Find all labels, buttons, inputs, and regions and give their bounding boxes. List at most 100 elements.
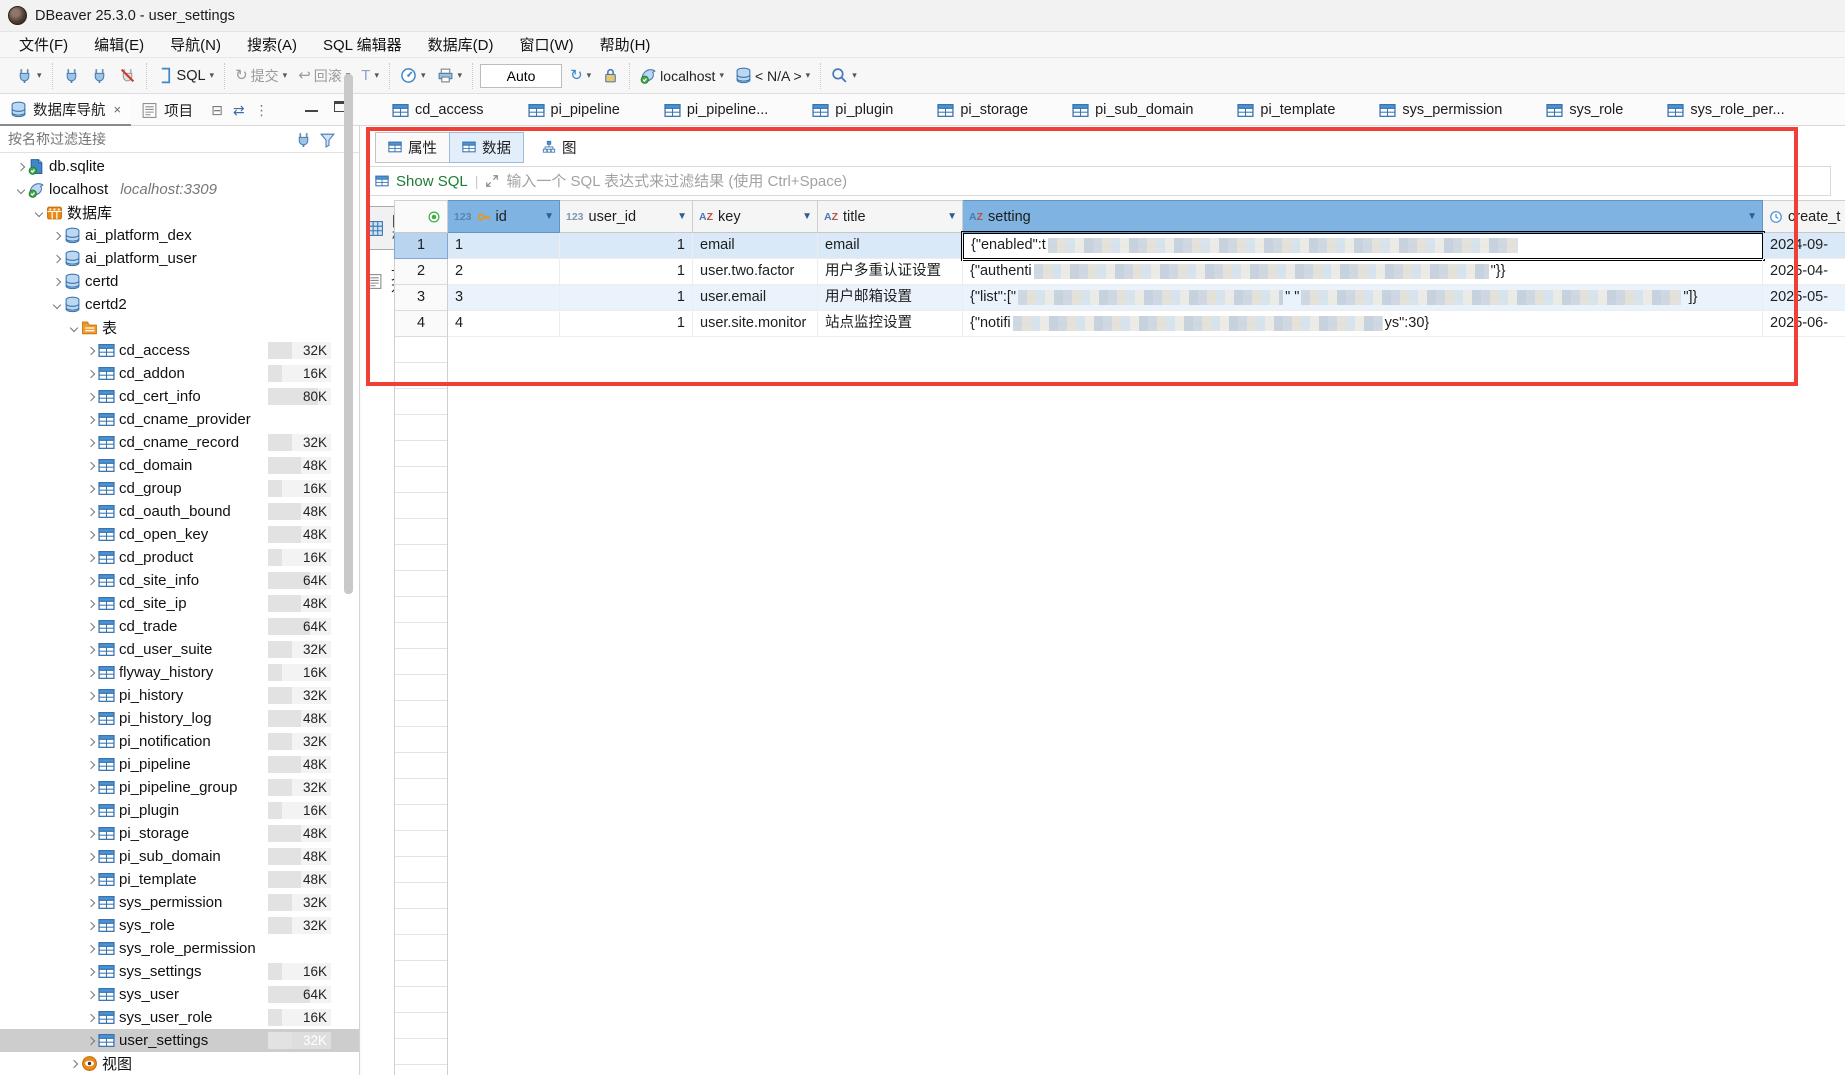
tree-item-table[interactable]: cd_site_ip48K [0,592,359,615]
sidebar-scrollbar[interactable] [344,74,353,594]
chevron-right-icon[interactable] [87,990,95,998]
cell-setting[interactable]: {"authenti"}} [963,259,1763,285]
cell-key[interactable]: email [693,233,818,259]
cell-title[interactable]: 用户多重认证设置 [818,259,963,285]
tree-item-table[interactable]: cd_addon16K [0,362,359,385]
transaction-filter-button[interactable]: T▾ [358,66,382,85]
tree-item-table[interactable]: pi_history32K [0,684,359,707]
tree-item-localhost[interactable]: localhostlocalhost:3309 [0,178,359,201]
cell-id[interactable]: 1 [448,233,560,259]
chevron-right-icon[interactable] [87,392,95,400]
sort-dropdown-icon[interactable]: ▼ [947,211,957,222]
chevron-right-icon[interactable] [17,162,25,170]
tree-item-table[interactable]: pi_sub_domain48K [0,845,359,868]
commit-mode-input[interactable] [480,64,562,88]
cell-key[interactable]: user.two.factor [693,259,818,285]
editor-tab-cd-access[interactable]: cd_access [372,94,504,126]
column-header-create-time[interactable]: create_t [1763,200,1845,233]
tree-item-table[interactable]: pi_template48K [0,868,359,891]
column-header-user-id[interactable]: 123 user_id ▼ [560,200,693,233]
chevron-right-icon[interactable] [87,461,95,469]
cell-key[interactable]: user.email [693,285,818,311]
sort-dropdown-icon[interactable]: ▼ [802,211,812,222]
connect-button[interactable] [60,65,83,86]
tree-item-table[interactable]: cd_domain48K [0,454,359,477]
chevron-right-icon[interactable] [87,691,95,699]
editor-tab-pi-template[interactable]: pi_template [1217,94,1355,126]
tab-diagram[interactable]: 图 [530,133,589,162]
cell-user-id[interactable]: 1 [560,233,693,259]
tree-item-table[interactable]: cd_product16K [0,546,359,569]
lock-button[interactable] [599,65,622,86]
chevron-right-icon[interactable] [87,645,95,653]
active-database-selector[interactable]: < N/A >▾ [732,65,813,86]
chevron-down-icon[interactable] [53,300,61,308]
sql-filter-input[interactable] [506,173,1822,190]
row-number[interactable]: 3 [394,285,448,311]
tree-item-tables-folder[interactable]: 表 [0,316,359,339]
column-header-setting[interactable]: AZ setting ▼ [963,200,1763,233]
tree-item-table[interactable]: pi_notification32K [0,730,359,753]
chevron-right-icon[interactable] [87,760,95,768]
chevron-right-icon[interactable] [87,507,95,515]
plug-icon[interactable] [295,131,312,148]
tree-item-user-settings-selected[interactable]: user_settings32K [0,1029,359,1052]
tree-item-table[interactable]: cd_open_key48K [0,523,359,546]
commit-button[interactable]: ↻提交▾ [232,64,290,88]
menu-file[interactable]: 文件(F) [6,34,81,55]
tree-item-table[interactable]: cd_cert_info80K [0,385,359,408]
chevron-right-icon[interactable] [87,668,95,676]
cell-create-time[interactable]: 2024-09- [1763,233,1845,259]
tree-item-table[interactable]: sys_settings16K [0,960,359,983]
show-sql-button[interactable]: Show SQL [396,173,468,190]
print-button[interactable]: ▾ [434,65,466,86]
chevron-right-icon[interactable] [53,231,61,239]
chevron-right-icon[interactable] [87,806,95,814]
chevron-right-icon[interactable] [87,346,95,354]
menu-edit[interactable]: 编辑(E) [81,34,157,55]
tree-item-table[interactable]: sys_user_role16K [0,1006,359,1029]
row-number[interactable]: 4 [394,311,448,337]
chevron-right-icon[interactable] [87,714,95,722]
cell-user-id[interactable]: 1 [560,311,693,337]
sql-editor-button[interactable]: SQL▾ [154,65,218,86]
editor-tab-sys-permission[interactable]: sys_permission [1359,94,1522,126]
tree-item-table[interactable]: cd_trade64K [0,615,359,638]
chevron-right-icon[interactable] [87,967,95,975]
tree-item-table[interactable]: pi_history_log48K [0,707,359,730]
tree-item-table[interactable]: pi_pipeline_group32K [0,776,359,799]
sort-dropdown-icon[interactable]: ▼ [677,211,687,222]
search-button[interactable]: ▾ [828,65,860,86]
chevron-right-icon[interactable] [87,737,95,745]
chevron-right-icon[interactable] [87,829,95,837]
cell-setting-active[interactable]: {"enabled":t [963,233,1763,259]
tree-item-table[interactable]: sys_role32K [0,914,359,937]
tree-item-table[interactable]: sys_user64K [0,983,359,1006]
tab-data[interactable]: 数据 [449,132,524,163]
close-icon[interactable]: × [114,102,122,117]
sort-dropdown-icon[interactable]: ▼ [544,211,554,222]
column-header-id[interactable]: 123 id ▼ [448,200,560,233]
active-connection-selector[interactable]: localhost▾ [637,65,727,86]
cell-key[interactable]: user.site.monitor [693,311,818,337]
disconnect-button[interactable] [116,65,139,86]
chevron-right-icon[interactable] [87,369,95,377]
chevron-right-icon[interactable] [87,783,95,791]
collapse-all-icon[interactable]: ⊟ [211,102,223,119]
tree-item-table[interactable]: cd_user_suite32K [0,638,359,661]
editor-tab-pi-plugin[interactable]: pi_plugin [792,94,913,126]
tree-item-table[interactable]: cd_oauth_bound48K [0,500,359,523]
tree-item-table[interactable]: sys_permission32K [0,891,359,914]
tab-database-navigator[interactable]: 数据库导航 × [0,94,131,126]
cell-id[interactable]: 4 [448,311,560,337]
connection-filter-input[interactable] [0,127,295,152]
link-with-editor-icon[interactable]: ⇄ [233,102,245,119]
cell-id[interactable]: 3 [448,285,560,311]
row-number[interactable]: 2 [394,259,448,285]
editor-tab-sys-role[interactable]: sys_role [1526,94,1643,126]
cell-title[interactable]: email [818,233,963,259]
tree-item-table[interactable]: pi_pipeline48K [0,753,359,776]
editor-tab-pi-pipeline[interactable]: pi_pipeline [508,94,640,126]
tree-item-db-sqlite[interactable]: db.sqlite [0,155,359,178]
reconnect-button[interactable] [88,65,111,86]
